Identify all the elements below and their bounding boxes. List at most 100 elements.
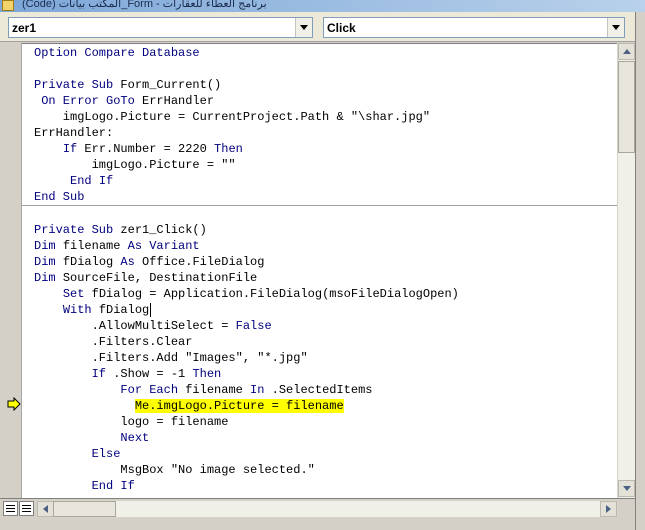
horizontal-scrollbar[interactable] [36,500,618,518]
horizontal-scroll-thumb[interactable] [53,501,116,517]
code-keyword: Then [192,367,222,381]
vertical-scrollbar[interactable] [617,43,635,498]
code-keyword: Else [91,447,121,461]
code-keyword: End Sub [34,190,85,204]
code-line[interactable]: .Filters.Clear [34,334,614,350]
code-line[interactable] [34,206,614,222]
chevron-down-icon[interactable] [295,18,312,37]
code-token: .SelectedItems [271,383,373,397]
code-token: Err.Number = 2220 [84,142,215,156]
code-line[interactable]: End If [34,173,614,189]
code-text[interactable]: Option Compare Database Private Sub Form… [22,45,625,494]
code-line[interactable]: If .Show = -1 Then [34,366,614,382]
full-module-view-button[interactable] [19,501,34,516]
code-keyword: Private Sub [34,78,121,92]
vertical-scroll-thumb[interactable] [618,61,635,153]
code-token: Me.imgLogo.Picture = filename [134,399,344,413]
code-token: fDialog [62,255,121,269]
code-token: .AllowMultiSelect = [34,319,236,333]
code-token: ErrHandler [142,94,215,108]
code-line[interactable]: End Sub [34,189,614,205]
code-line[interactable]: Else [34,446,614,462]
code-line[interactable]: Set fDialog = Application.FileDialog(mso… [34,286,614,302]
code-keyword: False [235,319,272,333]
code-line[interactable]: Option Compare Database [34,45,614,61]
resize-grip[interactable] [618,501,635,518]
code-token: fDialog [98,303,150,317]
code-keyword: As Variant [127,239,200,253]
procedure-dropdown-value: Click [327,21,356,35]
code-keyword: If [62,142,85,156]
code-keyword: End If [70,174,114,188]
code-line[interactable]: Dim SourceFile, DestinationFile [34,270,614,286]
scroll-left-button[interactable] [37,501,54,517]
code-line[interactable]: With fDialog [34,302,614,318]
code-keyword: Next [120,431,150,445]
code-keyword: On Error GoTo [34,94,143,108]
code-line[interactable]: Next [34,430,614,446]
code-token: Form_Current() [120,78,222,92]
code-keyword: Set [62,287,92,301]
procedure-dropdown[interactable]: Click [323,17,625,38]
code-line[interactable]: On Error GoTo ErrHandler [34,93,614,109]
code-token: imgLogo.Picture = CurrentProject.Path & … [34,110,431,124]
code-token: filename [62,239,128,253]
object-dropdown[interactable]: zer1 [8,17,313,38]
code-keyword: If [91,367,114,381]
code-line[interactable]: If Err.Number = 2220 Then [34,141,614,157]
code-token: logo = filename [34,415,229,429]
code-token: filename [185,383,251,397]
code-keyword: Private Sub [34,223,121,237]
code-keyword: Dim [34,271,63,285]
code-line[interactable]: imgLogo.Picture = CurrentProject.Path & … [34,109,614,125]
window-border [635,12,645,530]
code-line[interactable]: Private Sub Form_Current() [34,77,614,93]
margin-indicator-bar[interactable] [0,43,22,498]
code-block-form-current: Option Compare Database Private Sub Form… [34,45,614,205]
code-keyword: End If [91,479,135,493]
bottom-bar [0,498,635,530]
code-line[interactable]: Dim fDialog As Office.FileDialog [34,254,614,270]
code-line[interactable]: ErrHandler: [34,125,614,141]
code-token: .Filters.Clear [34,335,193,349]
chevron-down-icon[interactable] [607,18,624,37]
code-line[interactable]: For Each filename In .SelectedItems [34,382,614,398]
scroll-right-button[interactable] [600,501,617,517]
code-line[interactable] [34,61,614,77]
code-token: fDialog = Application.FileDialog(msoFile… [91,287,459,301]
code-block-zer1-click: Private Sub zer1_Click() Dim filename As … [34,206,614,494]
code-line[interactable]: MsgBox "No image selected." [34,462,614,478]
code-keyword: In [250,383,272,397]
scroll-down-button[interactable] [618,480,635,497]
code-line[interactable]: Private Sub zer1_Click() [34,222,614,238]
code-line[interactable]: Dim filename As Variant [34,238,614,254]
code-line[interactable]: .AllowMultiSelect = False [34,318,614,334]
code-keyword: Dim [34,255,63,269]
code-token: MsgBox "No image selected." [34,463,315,477]
scroll-up-button[interactable] [618,43,635,60]
code-token: Office.FileDialog [142,255,265,269]
code-keyword: With [62,303,99,317]
code-line[interactable]: End If [34,478,614,494]
title-bar[interactable]: برنامج العطاء للعقارات - Form_المكتب بيا… [0,0,645,12]
text-cursor [150,302,152,317]
code-token: .Show = -1 [113,367,193,381]
code-keyword: As [120,255,143,269]
code-token: imgLogo.Picture = "" [34,158,236,172]
code-line[interactable]: imgLogo.Picture = "" [34,157,614,173]
procedure-view-button[interactable] [3,501,18,516]
code-line[interactable]: .Filters.Add "Images", "*.jpg" [34,350,614,366]
code-line[interactable]: Me.imgLogo.Picture = filename [34,398,614,414]
code-line[interactable]: logo = filename [34,414,614,430]
window-title: برنامج العطاء للعقارات - Form_المكتب بيا… [22,0,267,10]
